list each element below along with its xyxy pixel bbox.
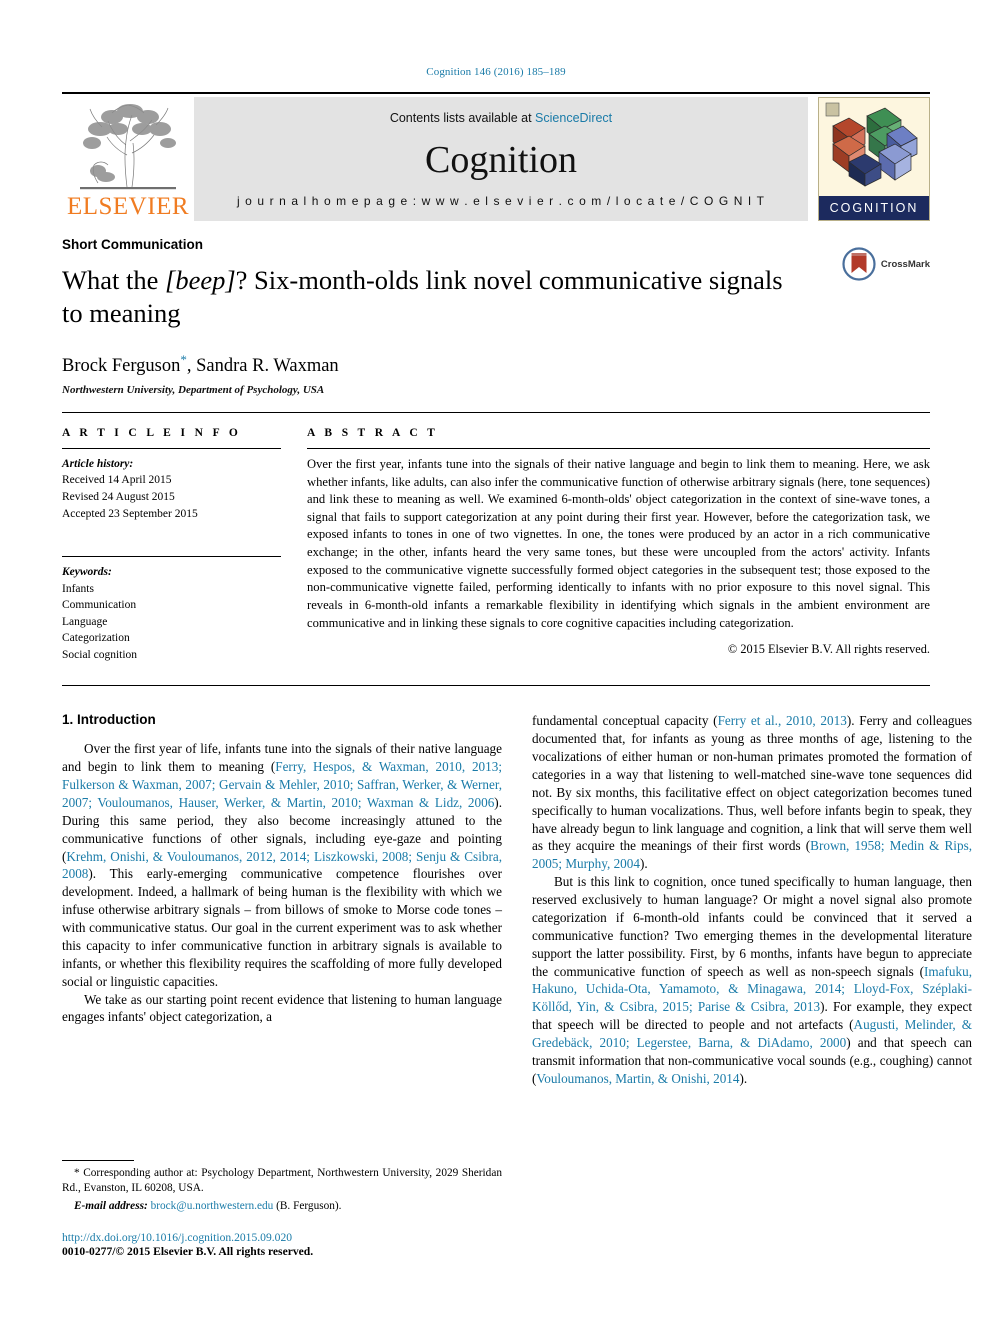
elsevier-logo: ELSEVIER: [62, 97, 194, 221]
keywords-block: Keywords: Infants Communication Language…: [62, 556, 281, 663]
text-run: ).: [639, 856, 648, 872]
keywords-label: Keywords:: [62, 566, 112, 579]
abstract-heading: A B S T R A C T: [307, 426, 439, 439]
journal-masthead: ELSEVIER Contents lists available at Sci…: [62, 92, 930, 221]
keywords-rule: [62, 556, 281, 558]
crossmark-label: CrossMark: [880, 258, 930, 270]
article-type-kicker: Short Communication: [62, 237, 203, 252]
affiliation: Northwestern University, Department of P…: [62, 383, 325, 396]
journal-homepage[interactable]: j o u r n a l h o m e p a g e : w w w . …: [237, 194, 765, 208]
info-abstract-region: A R T I C L E I N F O Article history: R…: [62, 413, 930, 663]
body-columns: 1. Introduction Over the first year of l…: [62, 686, 972, 1087]
text-run: ). This early-emerging communicative com…: [62, 866, 502, 989]
page-title: What the [beep]? Six-month-olds link nov…: [62, 264, 807, 330]
masthead-center: Contents lists available at ScienceDirec…: [194, 97, 808, 221]
corresponding-author-note: * Corresponding author at: Psychology De…: [62, 1166, 502, 1196]
journal-cover-thumbnail: COGNITION: [818, 97, 930, 221]
history-received: Received 14 April 2015: [62, 474, 172, 487]
paragraph: Over the first year of life, infants tun…: [62, 740, 502, 990]
running-head: Cognition 146 (2016) 185–189: [426, 66, 566, 78]
text-run: ). Ferry and colleagues documented that,…: [532, 713, 972, 854]
author-list: Brock Ferguson*, Sandra R. Waxman: [62, 352, 930, 377]
article-info-column: A R T I C L E I N F O Article history: R…: [62, 427, 307, 663]
contents-prefix: Contents lists available at: [389, 111, 536, 125]
title-italic-beep: [beep]: [165, 265, 236, 295]
text-run: ).: [739, 1070, 748, 1086]
masthead-top-rule: [62, 92, 930, 94]
sciencedirect-link[interactable]: ScienceDirect: [535, 111, 612, 125]
paragraph: We take as our starting point recent evi…: [62, 991, 502, 1025]
title-block: Short Communication What the [beep]? Six…: [62, 221, 930, 396]
elsevier-tree-icon: [80, 104, 176, 190]
body-column-right: fundamental conceptual capacity (Ferry e…: [532, 712, 972, 1087]
abstract-copyright: © 2015 Elsevier B.V. All rights reserved…: [727, 642, 930, 657]
crossmark-badge[interactable]: CrossMark: [842, 247, 930, 281]
history-revised: Revised 24 August 2015: [62, 490, 175, 503]
history-accepted: Accepted 23 September 2015: [62, 507, 198, 520]
keyword-item: Infants: [62, 582, 94, 595]
citation-link[interactable]: Ferry et al., 2010, 2013: [718, 713, 847, 728]
article-history-label: Article history:: [62, 457, 134, 470]
body-column-left: 1. Introduction Over the first year of l…: [62, 712, 502, 1087]
text-run: Corresponding author at: Psychology Depa…: [62, 1167, 502, 1195]
author-primary: Brock Ferguson: [62, 355, 181, 376]
footnote-rule: [62, 1160, 134, 1161]
text-run: fundamental conceptual capacity (: [532, 713, 718, 729]
citation-link[interactable]: Vouloumanos, Martin, & Onishi, 2014: [536, 1071, 739, 1086]
email-note: E-mail address: brock@u.northwestern.edu…: [62, 1199, 502, 1214]
crossmark-icon: [842, 247, 876, 281]
footnote-marker: *: [74, 1167, 80, 1179]
elsevier-wordmark: ELSEVIER: [66, 193, 190, 220]
email-link[interactable]: brock@u.northwestern.edu: [151, 1200, 274, 1212]
doi-link[interactable]: http://dx.doi.org/10.1016/j.cognition.20…: [62, 1231, 502, 1244]
email-label: E-mail address:: [74, 1200, 148, 1213]
cover-band-label: COGNITION: [819, 196, 929, 220]
journal-title: Cognition: [424, 138, 578, 181]
section-heading-introduction: 1. Introduction: [62, 712, 156, 728]
keyword-item: Social cognition: [62, 648, 138, 661]
issn-copyright: 0010-0277/© 2015 Elsevier B.V. All right…: [62, 1245, 314, 1259]
contents-available-line: Contents lists available at ScienceDirec…: [390, 111, 612, 125]
keyword-item: Categorization: [62, 632, 130, 645]
text-run: But is this link to cognition, once tune…: [532, 874, 972, 979]
title-part-1: What the: [62, 265, 166, 295]
email-attribution: (B. Ferguson).: [276, 1200, 342, 1213]
article-history-block: Article history: Received 14 April 2015 …: [62, 456, 281, 522]
article-info-heading: A R T I C L E I N F O: [62, 426, 242, 439]
abstract-column: A B S T R A C T Over the first year, inf…: [307, 427, 930, 663]
keyword-item: Language: [62, 615, 108, 628]
abstract-text: Over the first year, infants tune into t…: [307, 456, 930, 630]
author-secondary: , Sandra R. Waxman: [186, 355, 339, 376]
article-page: Cognition 146 (2016) 185–189 ELSEVIER Co…: [0, 0, 992, 1323]
keyword-item: Communication: [62, 599, 137, 612]
paragraph: fundamental conceptual capacity (Ferry e…: [532, 712, 972, 873]
article-info-rule: [62, 447, 281, 449]
cognition-cover-icon: [819, 98, 929, 196]
abstract-rule: [307, 447, 930, 449]
footnote-region: * Corresponding author at: Psychology De…: [62, 1160, 502, 1258]
paragraph: But is this link to cognition, once tune…: [532, 873, 972, 1088]
